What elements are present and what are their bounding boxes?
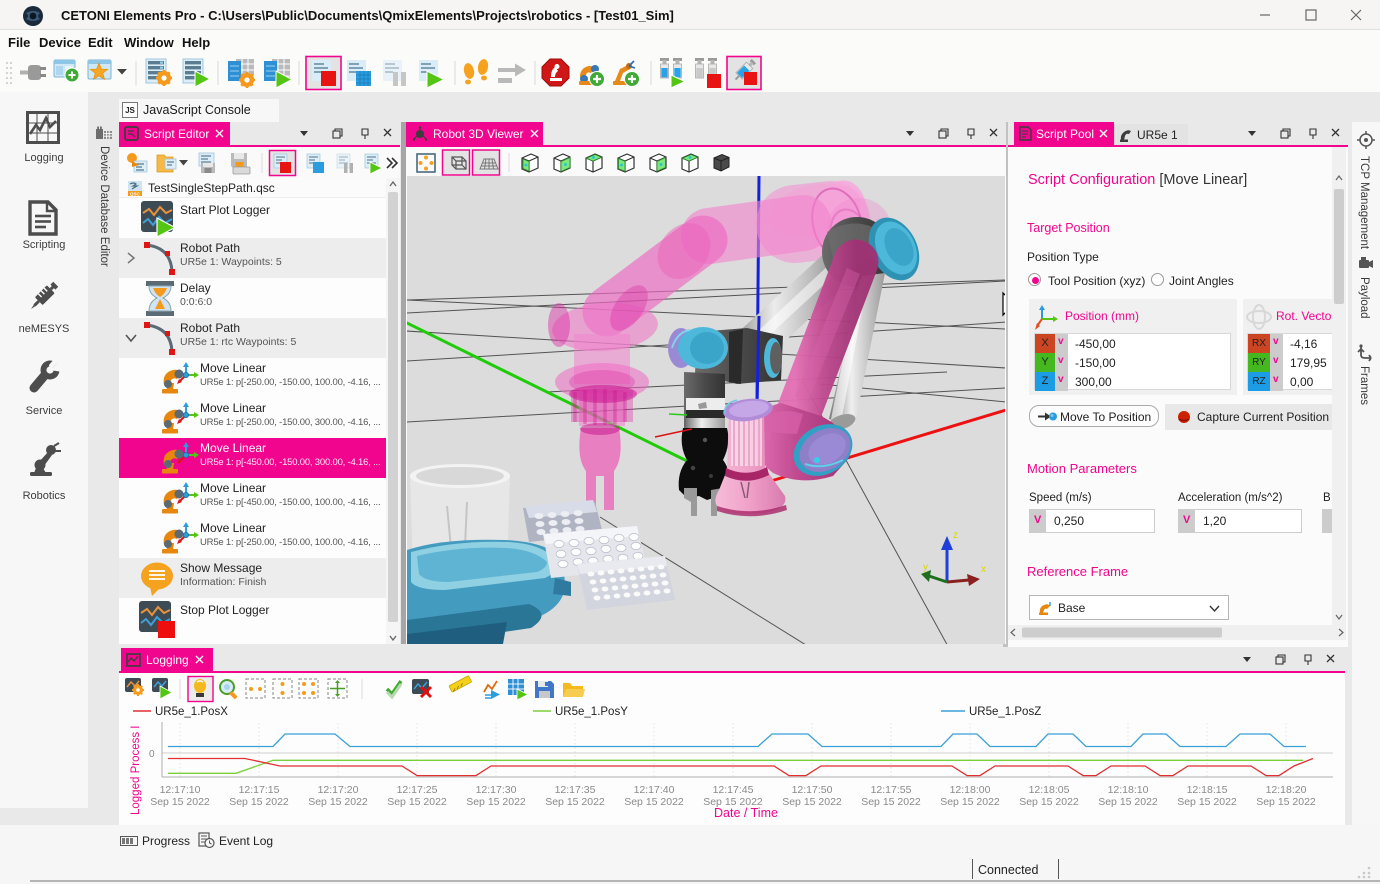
svg-text:Sep 15 2022: Sep 15 2022 [1098,796,1158,808]
svg-text:12:17:20: 12:17:20 [318,784,359,796]
svg-text:Sep 15 2022: Sep 15 2022 [229,796,289,808]
svg-text:UR5e_1.PosX: UR5e_1.PosX [155,706,228,718]
svg-text:Sep 15 2022: Sep 15 2022 [782,796,842,808]
svg-text:12:17:35: 12:17:35 [555,784,596,796]
svg-text:Sep 15 2022: Sep 15 2022 [466,796,526,808]
svg-text:Sep 15 2022: Sep 15 2022 [861,796,921,808]
svg-text:Logged Process I: Logged Process I [130,725,142,815]
svg-text:12:18:00: 12:18:00 [950,784,991,796]
svg-text:Sep 15 2022: Sep 15 2022 [308,796,368,808]
svg-text:x: x [981,564,986,575]
svg-text:QSC: QSC [130,192,141,197]
svg-text:0: 0 [149,749,155,760]
svg-text:Sep 15 2022: Sep 15 2022 [940,796,1000,808]
svg-text:z: z [953,530,958,541]
svg-text:12:18:15: 12:18:15 [1187,784,1228,796]
svg-text:Sep 15 2022: Sep 15 2022 [1019,796,1079,808]
svg-text:y: y [923,562,928,573]
svg-text:UR5e_1.PosY: UR5e_1.PosY [555,706,628,718]
svg-text:Date / Time: Date / Time [714,806,778,820]
svg-text:12:17:50: 12:17:50 [792,784,833,796]
svg-text:12:18:20: 12:18:20 [1266,784,1307,796]
svg-text:12:17:15: 12:17:15 [239,784,280,796]
svg-text:12:17:25: 12:17:25 [397,784,438,796]
svg-text:Sep 15 2022: Sep 15 2022 [545,796,605,808]
svg-text:12:18:05: 12:18:05 [1029,784,1070,796]
svg-text:Sep 15 2022: Sep 15 2022 [387,796,447,808]
svg-text:Sep 15 2022: Sep 15 2022 [624,796,684,808]
svg-text:12:17:30: 12:17:30 [476,784,517,796]
svg-text:UR5e_1.PosZ: UR5e_1.PosZ [969,706,1041,718]
svg-text:12:18:10: 12:18:10 [1108,784,1149,796]
svg-text:12:17:55: 12:17:55 [871,784,912,796]
svg-text:Sep 15 2022: Sep 15 2022 [1177,796,1237,808]
svg-text:12:17:40: 12:17:40 [634,784,675,796]
svg-text:12:17:45: 12:17:45 [713,784,754,796]
svg-text:Sep 15 2022: Sep 15 2022 [150,796,210,808]
svg-text:12:17:10: 12:17:10 [160,784,201,796]
svg-text:Sep 15 2022: Sep 15 2022 [1256,796,1316,808]
